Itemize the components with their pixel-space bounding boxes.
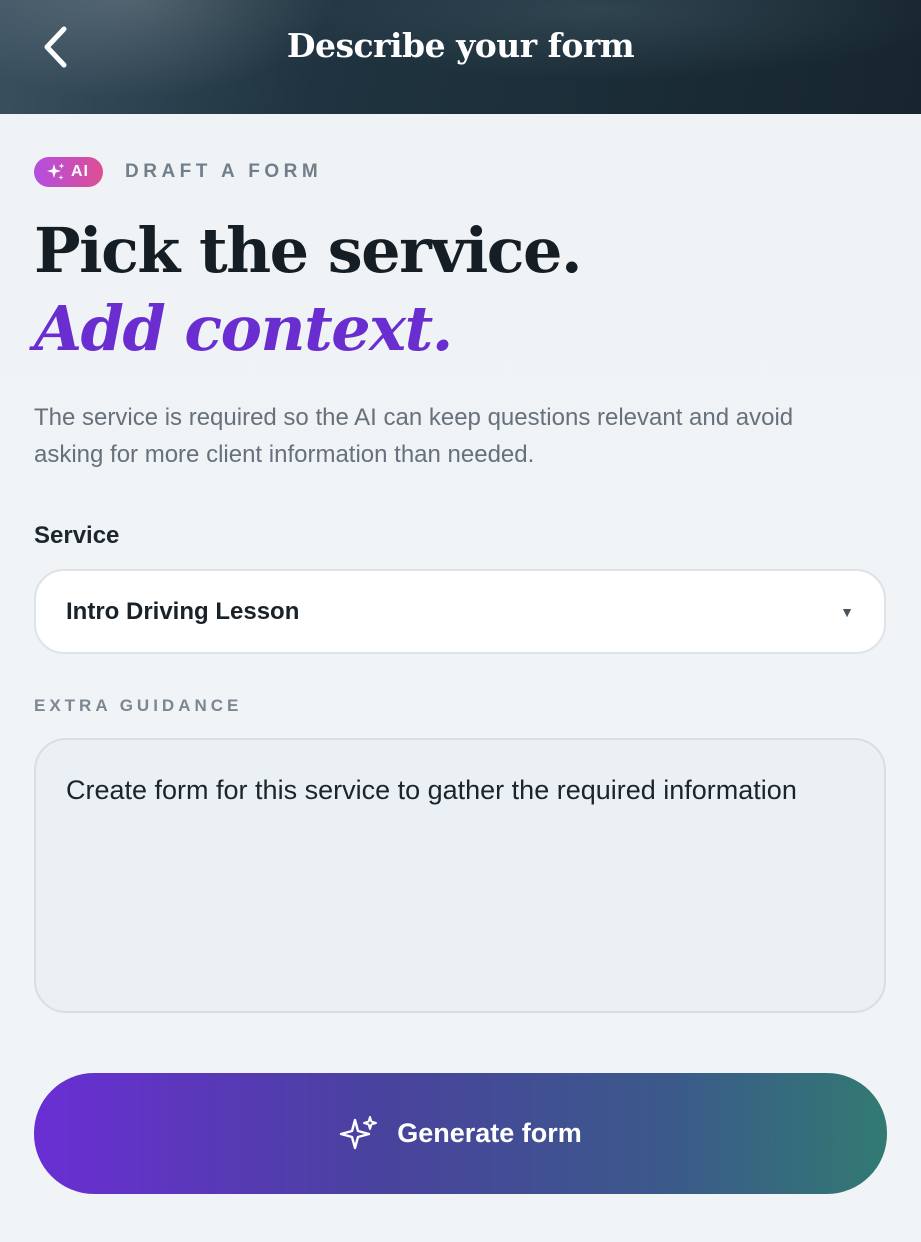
headline: Pick the service. Add context.: [34, 212, 583, 368]
top-bar: Describe your form: [0, 0, 921, 114]
headline-line-1: Pick the service.: [34, 214, 583, 287]
page-title: Describe your form: [286, 26, 635, 65]
extra-guidance-input[interactable]: Create form for this service to gather t…: [34, 738, 886, 1013]
service-label: Service: [34, 522, 120, 549]
service-select[interactable]: Intro Driving Lesson ▼: [34, 569, 886, 654]
eyebrow: AI DRAFT A FORM: [34, 157, 322, 187]
generate-form-button[interactable]: Generate form: [34, 1073, 887, 1194]
service-selected-value: Intro Driving Lesson: [66, 597, 300, 625]
eyebrow-label: DRAFT A FORM: [125, 161, 323, 182]
sparkles-icon: [47, 163, 65, 180]
extra-guidance-label: EXTRA GUIDANCE: [34, 696, 243, 715]
description-text: The service is required so the AI can ke…: [34, 404, 794, 468]
sparkles-icon: [340, 1115, 378, 1149]
headline-line-2: Add context.: [34, 292, 453, 365]
caret-down-icon: ▼: [840, 603, 854, 620]
ai-badge-label: AI: [71, 163, 89, 180]
generate-form-label: Generate form: [397, 1118, 582, 1148]
ai-badge: AI: [34, 157, 103, 187]
